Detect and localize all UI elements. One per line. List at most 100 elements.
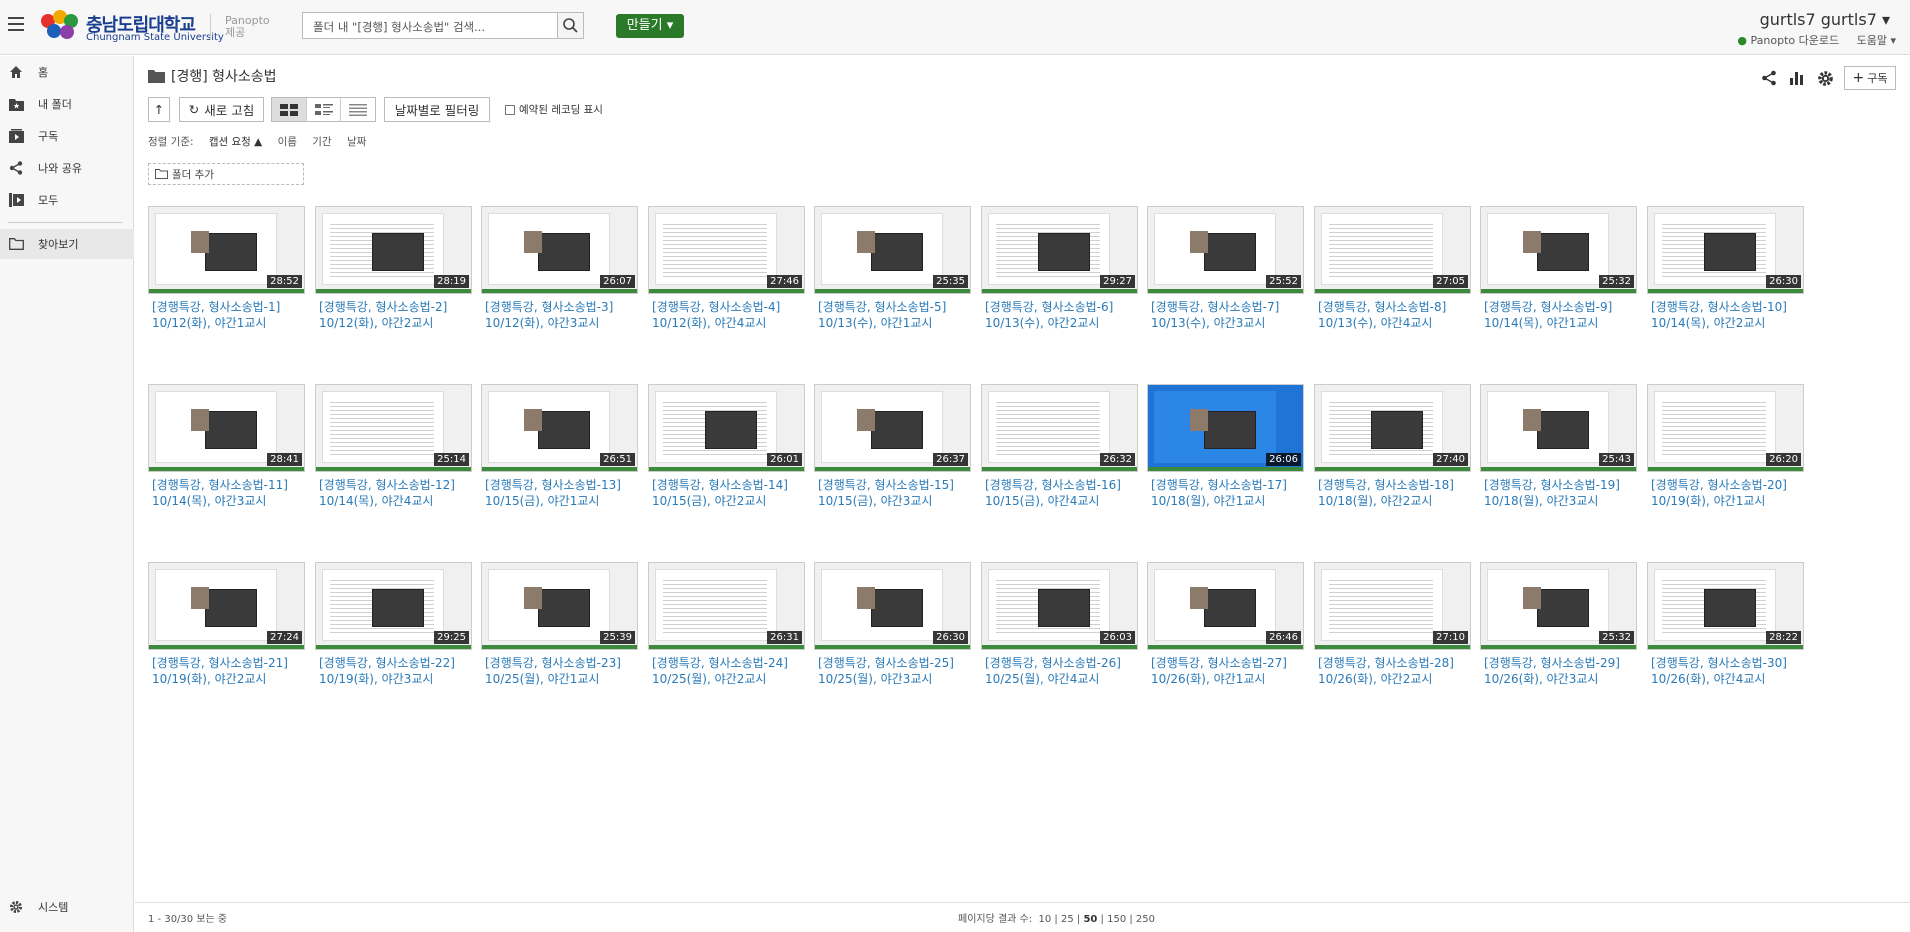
session-card[interactable]: 27:10 [경행특강, 형사소송법-28] 10/26(화), 야간2교시 bbox=[1314, 562, 1471, 687]
sort-option-name[interactable]: 이름 bbox=[278, 136, 297, 148]
session-title[interactable]: [경행특강, 형사소송법-29] bbox=[1484, 655, 1637, 671]
session-title-link[interactable]: [경행특강, 형사소송법-21] 10/19(화), 야간2교시 bbox=[148, 655, 305, 687]
per-page-option[interactable]: 10 bbox=[1039, 914, 1052, 925]
session-title[interactable]: [경행특강, 형사소송법-11] bbox=[152, 477, 305, 493]
session-subtitle[interactable]: 10/25(월), 야간2교시 bbox=[652, 671, 805, 687]
session-thumbnail[interactable]: 29:25 bbox=[315, 562, 472, 650]
session-title[interactable]: [경행특강, 형사소송법-2] bbox=[319, 299, 472, 315]
user-menu[interactable]: gurtls7 gurtls7 ▾ bbox=[1760, 10, 1890, 29]
session-card[interactable]: 25:32 [경행특강, 형사소송법-9] 10/14(목), 야간1교시 bbox=[1480, 206, 1637, 331]
session-subtitle[interactable]: 10/15(금), 야간3교시 bbox=[818, 493, 971, 509]
session-card[interactable]: 26:46 [경행특강, 형사소송법-27] 10/26(화), 야간1교시 bbox=[1147, 562, 1304, 687]
sidebar-item-shared-with-me[interactable]: 나와 공유 bbox=[0, 153, 134, 183]
session-thumbnail[interactable]: 26:46 bbox=[1147, 562, 1304, 650]
session-subtitle[interactable]: 10/13(수), 야간3교시 bbox=[1151, 315, 1304, 331]
sidebar-item-subscriptions[interactable]: 구독 bbox=[0, 121, 134, 151]
session-title[interactable]: [경행특강, 형사소송법-12] bbox=[319, 477, 472, 493]
session-thumbnail[interactable]: 27:40 bbox=[1314, 384, 1471, 472]
session-card[interactable]: 28:41 [경행특강, 형사소송법-11] 10/14(목), 야간3교시 bbox=[148, 384, 305, 509]
sidebar-item-home[interactable]: 홈 bbox=[0, 57, 134, 87]
sort-option-duration[interactable]: 기간 bbox=[312, 136, 331, 148]
session-subtitle[interactable]: 10/18(월), 야간3교시 bbox=[1484, 493, 1637, 509]
session-title-link[interactable]: [경행특강, 형사소송법-16] 10/15(금), 야간4교시 bbox=[981, 477, 1138, 509]
date-filter-button[interactable]: 날짜별로 필터링 bbox=[384, 97, 490, 122]
session-thumbnail[interactable]: 26:06 bbox=[1147, 384, 1304, 472]
help-link[interactable]: 도움말 ▾ bbox=[1857, 34, 1896, 47]
session-thumbnail[interactable]: 25:32 bbox=[1480, 562, 1637, 650]
session-card[interactable]: 26:07 [경행특강, 형사소송법-3] 10/12(화), 야간3교시 bbox=[481, 206, 638, 331]
session-card[interactable]: 27:05 [경행특강, 형사소송법-8] 10/13(수), 야간4교시 bbox=[1314, 206, 1471, 331]
session-subtitle[interactable]: 10/25(월), 야간3교시 bbox=[818, 671, 971, 687]
session-title-link[interactable]: [경행특강, 형사소송법-12] 10/14(목), 야간4교시 bbox=[315, 477, 472, 509]
session-title[interactable]: [경행특강, 형사소송법-17] bbox=[1151, 477, 1304, 493]
session-title-link[interactable]: [경행특강, 형사소송법-20] 10/19(화), 야간1교시 bbox=[1647, 477, 1804, 509]
settings-gear-icon[interactable] bbox=[1816, 69, 1834, 87]
session-title[interactable]: [경행특강, 형사소송법-4] bbox=[652, 299, 805, 315]
session-title-link[interactable]: [경행특강, 형사소송법-26] 10/25(월), 야간4교시 bbox=[981, 655, 1138, 687]
session-subtitle[interactable]: 10/15(금), 야간2교시 bbox=[652, 493, 805, 509]
session-title-link[interactable]: [경행특강, 형사소송법-30] 10/26(화), 야간4교시 bbox=[1647, 655, 1804, 687]
session-thumbnail[interactable]: 28:19 bbox=[315, 206, 472, 294]
session-card[interactable]: 29:25 [경행특강, 형사소송법-22] 10/19(화), 야간3교시 bbox=[315, 562, 472, 687]
session-thumbnail[interactable]: 27:05 bbox=[1314, 206, 1471, 294]
sort-option-date[interactable]: 날짜 bbox=[347, 136, 366, 148]
session-thumbnail[interactable]: 27:46 bbox=[648, 206, 805, 294]
session-title[interactable]: [경행특강, 형사소송법-8] bbox=[1318, 299, 1471, 315]
session-title-link[interactable]: [경행특강, 형사소송법-7] 10/13(수), 야간3교시 bbox=[1147, 299, 1304, 331]
session-subtitle[interactable]: 10/15(금), 야간1교시 bbox=[485, 493, 638, 509]
session-card[interactable]: 28:52 [경행특강, 형사소송법-1] 10/12(화), 야간1교시 bbox=[148, 206, 305, 331]
session-title-link[interactable]: [경행특강, 형사소송법-10] 10/14(목), 야간2교시 bbox=[1647, 299, 1804, 331]
session-subtitle[interactable]: 10/12(화), 야간2교시 bbox=[319, 315, 472, 331]
session-card[interactable]: 26:01 [경행특강, 형사소송법-14] 10/15(금), 야간2교시 bbox=[648, 384, 805, 509]
sidebar-item-everything[interactable]: 모두 bbox=[0, 185, 134, 215]
session-subtitle[interactable]: 10/26(화), 야간1교시 bbox=[1151, 671, 1304, 687]
session-card[interactable]: 25:14 [경행특강, 형사소송법-12] 10/14(목), 야간4교시 bbox=[315, 384, 472, 509]
session-title-link[interactable]: [경행특강, 형사소송법-18] 10/18(월), 야간2교시 bbox=[1314, 477, 1471, 509]
share-folder-icon[interactable] bbox=[1760, 69, 1778, 87]
session-thumbnail[interactable]: 26:51 bbox=[481, 384, 638, 472]
session-title-link[interactable]: [경행특강, 형사소송법-19] 10/18(월), 야간3교시 bbox=[1480, 477, 1637, 509]
subscribe-button[interactable]: + 구독 bbox=[1844, 66, 1896, 90]
session-thumbnail[interactable]: 25:39 bbox=[481, 562, 638, 650]
session-card[interactable]: 26:30 [경행특강, 형사소송법-10] 10/14(목), 야간2교시 bbox=[1647, 206, 1804, 331]
session-title[interactable]: [경행특강, 형사소송법-3] bbox=[485, 299, 638, 315]
session-title-link[interactable]: [경행특강, 형사소송법-22] 10/19(화), 야간3교시 bbox=[315, 655, 472, 687]
session-card[interactable]: 26:03 [경행특강, 형사소송법-26] 10/25(월), 야간4교시 bbox=[981, 562, 1138, 687]
session-subtitle[interactable]: 10/13(수), 야간4교시 bbox=[1318, 315, 1471, 331]
session-subtitle[interactable]: 10/14(목), 야간1교시 bbox=[1484, 315, 1637, 331]
session-card[interactable]: 25:39 [경행특강, 형사소송법-23] 10/25(월), 야간1교시 bbox=[481, 562, 638, 687]
session-subtitle[interactable]: 10/18(월), 야간1교시 bbox=[1151, 493, 1304, 509]
session-title-link[interactable]: [경행특강, 형사소송법-11] 10/14(목), 야간3교시 bbox=[148, 477, 305, 509]
session-subtitle[interactable]: 10/25(월), 야간1교시 bbox=[485, 671, 638, 687]
session-title[interactable]: [경행특강, 형사소송법-30] bbox=[1651, 655, 1804, 671]
session-card[interactable]: 28:22 [경행특강, 형사소송법-30] 10/26(화), 야간4교시 bbox=[1647, 562, 1804, 687]
session-subtitle[interactable]: 10/13(수), 야간1교시 bbox=[818, 315, 971, 331]
view-detail-button[interactable] bbox=[307, 98, 342, 121]
session-subtitle[interactable]: 10/19(화), 야간2교시 bbox=[152, 671, 305, 687]
checkbox-box[interactable] bbox=[505, 104, 515, 115]
session-thumbnail[interactable]: 28:52 bbox=[148, 206, 305, 294]
session-title[interactable]: [경행특강, 형사소송법-24] bbox=[652, 655, 805, 671]
panopto-download-link[interactable]: ● Panopto 다운로드 bbox=[1737, 34, 1839, 47]
session-title[interactable]: [경행특강, 형사소송법-14] bbox=[652, 477, 805, 493]
session-title-link[interactable]: [경행특강, 형사소송법-14] 10/15(금), 야간2교시 bbox=[648, 477, 805, 509]
hamburger-menu-icon[interactable] bbox=[8, 17, 24, 31]
session-card[interactable]: 29:27 [경행특강, 형사소송법-6] 10/13(수), 야간2교시 bbox=[981, 206, 1138, 331]
session-subtitle[interactable]: 10/14(목), 야간4교시 bbox=[319, 493, 472, 509]
session-thumbnail[interactable]: 25:52 bbox=[1147, 206, 1304, 294]
session-card[interactable]: 25:35 [경행특강, 형사소송법-5] 10/13(수), 야간1교시 bbox=[814, 206, 971, 331]
session-thumbnail[interactable]: 25:32 bbox=[1480, 206, 1637, 294]
session-subtitle[interactable]: 10/14(목), 야간2교시 bbox=[1651, 315, 1804, 331]
session-title[interactable]: [경행특강, 형사소송법-21] bbox=[152, 655, 305, 671]
up-folder-button[interactable]: ↑ bbox=[148, 97, 170, 122]
session-title-link[interactable]: [경행특강, 형사소송법-1] 10/12(화), 야간1교시 bbox=[148, 299, 305, 331]
session-title[interactable]: [경행특강, 형사소송법-16] bbox=[985, 477, 1138, 493]
view-list-button[interactable] bbox=[341, 98, 375, 121]
session-title[interactable]: [경행특강, 형사소송법-13] bbox=[485, 477, 638, 493]
session-title[interactable]: [경행특강, 형사소송법-10] bbox=[1651, 299, 1804, 315]
view-thumbnail-button[interactable] bbox=[272, 98, 307, 121]
sidebar-item-system[interactable]: 시스템 bbox=[0, 892, 134, 922]
session-title[interactable]: [경행특강, 형사소송법-7] bbox=[1151, 299, 1304, 315]
session-title[interactable]: [경행특강, 형사소송법-22] bbox=[319, 655, 472, 671]
session-subtitle[interactable]: 10/14(목), 야간3교시 bbox=[152, 493, 305, 509]
